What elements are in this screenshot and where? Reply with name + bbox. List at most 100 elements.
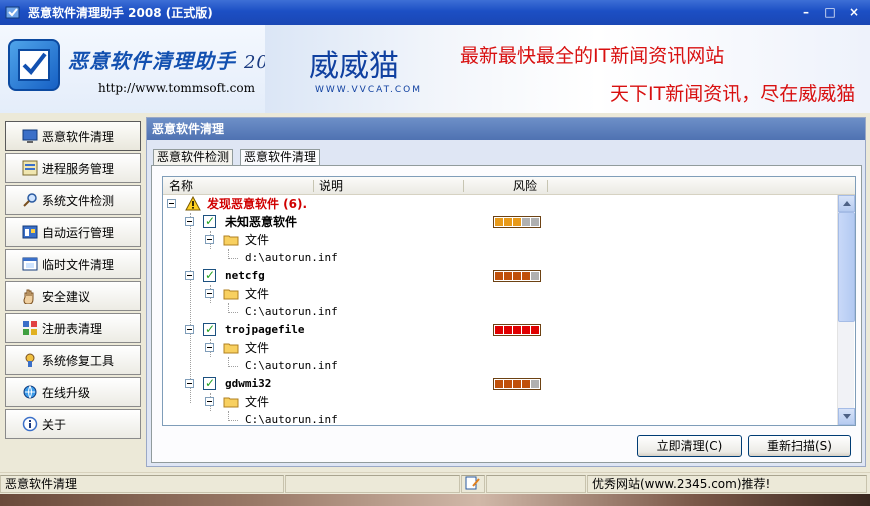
column-description[interactable]: 说明 [319, 178, 343, 194]
status-cell-empty-2 [486, 475, 586, 493]
scroll-up-button[interactable] [838, 195, 855, 212]
status-cell-icon[interactable] [461, 475, 485, 493]
file-path: C:\autorun.inf [245, 305, 338, 318]
collapse-toggle[interactable] [185, 379, 194, 388]
minimize-button[interactable]: – [796, 3, 816, 21]
ad-brand-url: WWW.VVCAT.COM [315, 85, 423, 95]
item-checkbox[interactable]: ✓ [203, 322, 216, 336]
vertical-scrollbar[interactable] [837, 195, 855, 425]
arrow-down-icon [843, 414, 851, 419]
banner: 恶意软件清理助手 2008 http://www.tommsoft.com 威威… [0, 25, 870, 113]
status-text: 恶意软件清理 [0, 475, 284, 493]
sidebar-item-registry[interactable]: 注册表清理 [5, 313, 141, 343]
sidebar-item-label: 注册表清理 [42, 321, 103, 336]
item-name: netcfg [225, 269, 265, 282]
sidebar-item-label: 系统修复工具 [42, 353, 115, 368]
ad-banner[interactable]: 威威猫 WWW.VVCAT.COM 最新最快最全的IT新闻资讯网站 天下IT新闻… [265, 25, 870, 113]
product-logo-area: 恶意软件清理助手 2008 http://www.tommsoft.com [0, 25, 293, 113]
tree-row-folder[interactable]: 文件 [163, 339, 837, 357]
tab-malware-detect[interactable]: 恶意软件检测 [153, 149, 234, 166]
folder-icon [223, 397, 239, 408]
ad-brand: 威威猫 [309, 49, 399, 84]
column-name[interactable]: 名称 [169, 178, 193, 194]
folder-label: 文件 [245, 341, 270, 355]
product-url[interactable]: http://www.tommsoft.com [98, 81, 255, 95]
tree-header: 名称 说明 风险 [163, 177, 855, 195]
folder-label: 文件 [245, 233, 270, 247]
tree-row-folder[interactable]: 文件 [163, 393, 837, 411]
risk-meter [493, 378, 541, 390]
maximize-button[interactable]: □ [820, 3, 840, 21]
column-risk[interactable]: 风险 [513, 178, 537, 194]
sidebar-item-label: 在线升级 [42, 385, 91, 400]
item-checkbox[interactable]: ✓ [203, 376, 216, 390]
ad-slogan-2: 天下IT新闻资讯，尽在威威猫 [610, 83, 856, 105]
process-icon [22, 160, 38, 176]
folder-label: 文件 [245, 395, 270, 409]
tree-root-row[interactable]: 发现恶意软件 (6). [163, 195, 837, 213]
repair-icon [25, 353, 35, 367]
tree-row-folder[interactable]: 文件 [163, 285, 837, 303]
tree-root-label: 发现恶意软件 (6). [207, 197, 308, 211]
item-name: trojpagefile [225, 323, 305, 336]
tree-row-folder[interactable]: 文件 [163, 231, 837, 249]
sidebar-item-security[interactable]: 安全建议 [5, 281, 141, 311]
tree-row-malware[interactable]: ✓ trojpagefile [163, 321, 837, 339]
tree-row-malware[interactable]: ✓ gdwmi32 [163, 375, 837, 393]
collapse-toggle[interactable] [167, 199, 176, 208]
tree-row-path[interactable]: C:\autorun.inf [163, 303, 837, 321]
collapse-toggle[interactable] [205, 289, 214, 298]
tree-row-path[interactable]: d:\autorun.inf [163, 249, 837, 267]
sidebar-item-repair[interactable]: 系统修复工具 [5, 345, 141, 375]
sidebar-item-temp[interactable]: 临时文件清理 [5, 249, 141, 279]
sidebar: 恶意软件清理 进程服务管理 系统文件检测 自动运行管理 临时文件清理 安全建议 … [0, 115, 146, 471]
sidebar-item-sysfile[interactable]: 系统文件检测 [5, 185, 141, 215]
desktop-background [0, 494, 870, 506]
tab-content: 名称 说明 风险 发现恶意软件 (6). ✓ 未知恶意软件 文件 d:\auto… [151, 165, 862, 463]
sidebar-item-malware-clean[interactable]: 恶意软件清理 [5, 121, 141, 151]
scroll-down-button[interactable] [838, 408, 855, 425]
sidebar-item-autorun[interactable]: 自动运行管理 [5, 217, 141, 247]
status-bar: 恶意软件清理 优秀网站(www.2345.com)推荐! [0, 472, 870, 494]
temp-files-icon [22, 257, 38, 271]
status-link[interactable]: 优秀网站(www.2345.com)推荐! [587, 475, 867, 493]
tree-body: 发现恶意软件 (6). ✓ 未知恶意软件 文件 d:\autorun.inf ✓… [163, 195, 837, 425]
registry-icon [23, 321, 37, 335]
sidebar-item-label: 关于 [42, 417, 67, 432]
folder-icon [223, 289, 239, 300]
app-icon [5, 6, 20, 18]
info-icon [22, 416, 38, 432]
sidebar-item-label: 进程服务管理 [42, 161, 115, 176]
sidebar-item-label: 安全建议 [42, 289, 91, 304]
collapse-toggle[interactable] [185, 271, 194, 280]
clean-now-button[interactable]: 立即清理(C) [637, 435, 742, 457]
document-edit-icon [465, 476, 480, 490]
collapse-toggle[interactable] [185, 217, 194, 226]
rescan-button[interactable]: 重新扫描(S) [748, 435, 851, 457]
sidebar-item-update[interactable]: 在线升级 [5, 377, 141, 407]
tree-row-path[interactable]: C:\autorun.inf [163, 411, 837, 425]
collapse-toggle[interactable] [205, 235, 214, 244]
folder-icon [223, 235, 239, 246]
risk-meter [493, 324, 541, 336]
close-button[interactable]: × [844, 3, 864, 21]
collapse-toggle[interactable] [205, 397, 214, 406]
collapse-toggle[interactable] [205, 343, 214, 352]
scroll-thumb[interactable] [838, 212, 855, 322]
monitor-clean-icon [22, 129, 38, 143]
collapse-toggle[interactable] [185, 325, 194, 334]
arrow-up-icon [843, 201, 851, 206]
ad-slogan-1: 最新最快最全的IT新闻资讯网站 [460, 45, 725, 67]
hand-icon [23, 289, 34, 304]
malware-tree[interactable]: 名称 说明 风险 发现恶意软件 (6). ✓ 未知恶意软件 文件 d:\auto… [162, 176, 856, 426]
item-checkbox[interactable]: ✓ [203, 214, 216, 228]
item-name: 未知恶意软件 [225, 215, 298, 229]
sidebar-item-label: 恶意软件清理 [42, 129, 115, 144]
tree-row-path[interactable]: C:\autorun.inf [163, 357, 837, 375]
tree-row-malware[interactable]: ✓ netcfg [163, 267, 837, 285]
sidebar-item-process[interactable]: 进程服务管理 [5, 153, 141, 183]
file-path: C:\autorun.inf [245, 359, 338, 372]
item-checkbox[interactable]: ✓ [203, 268, 216, 282]
tree-row-malware[interactable]: ✓ 未知恶意软件 [163, 213, 837, 231]
sidebar-item-about[interactable]: 关于 [5, 409, 141, 439]
